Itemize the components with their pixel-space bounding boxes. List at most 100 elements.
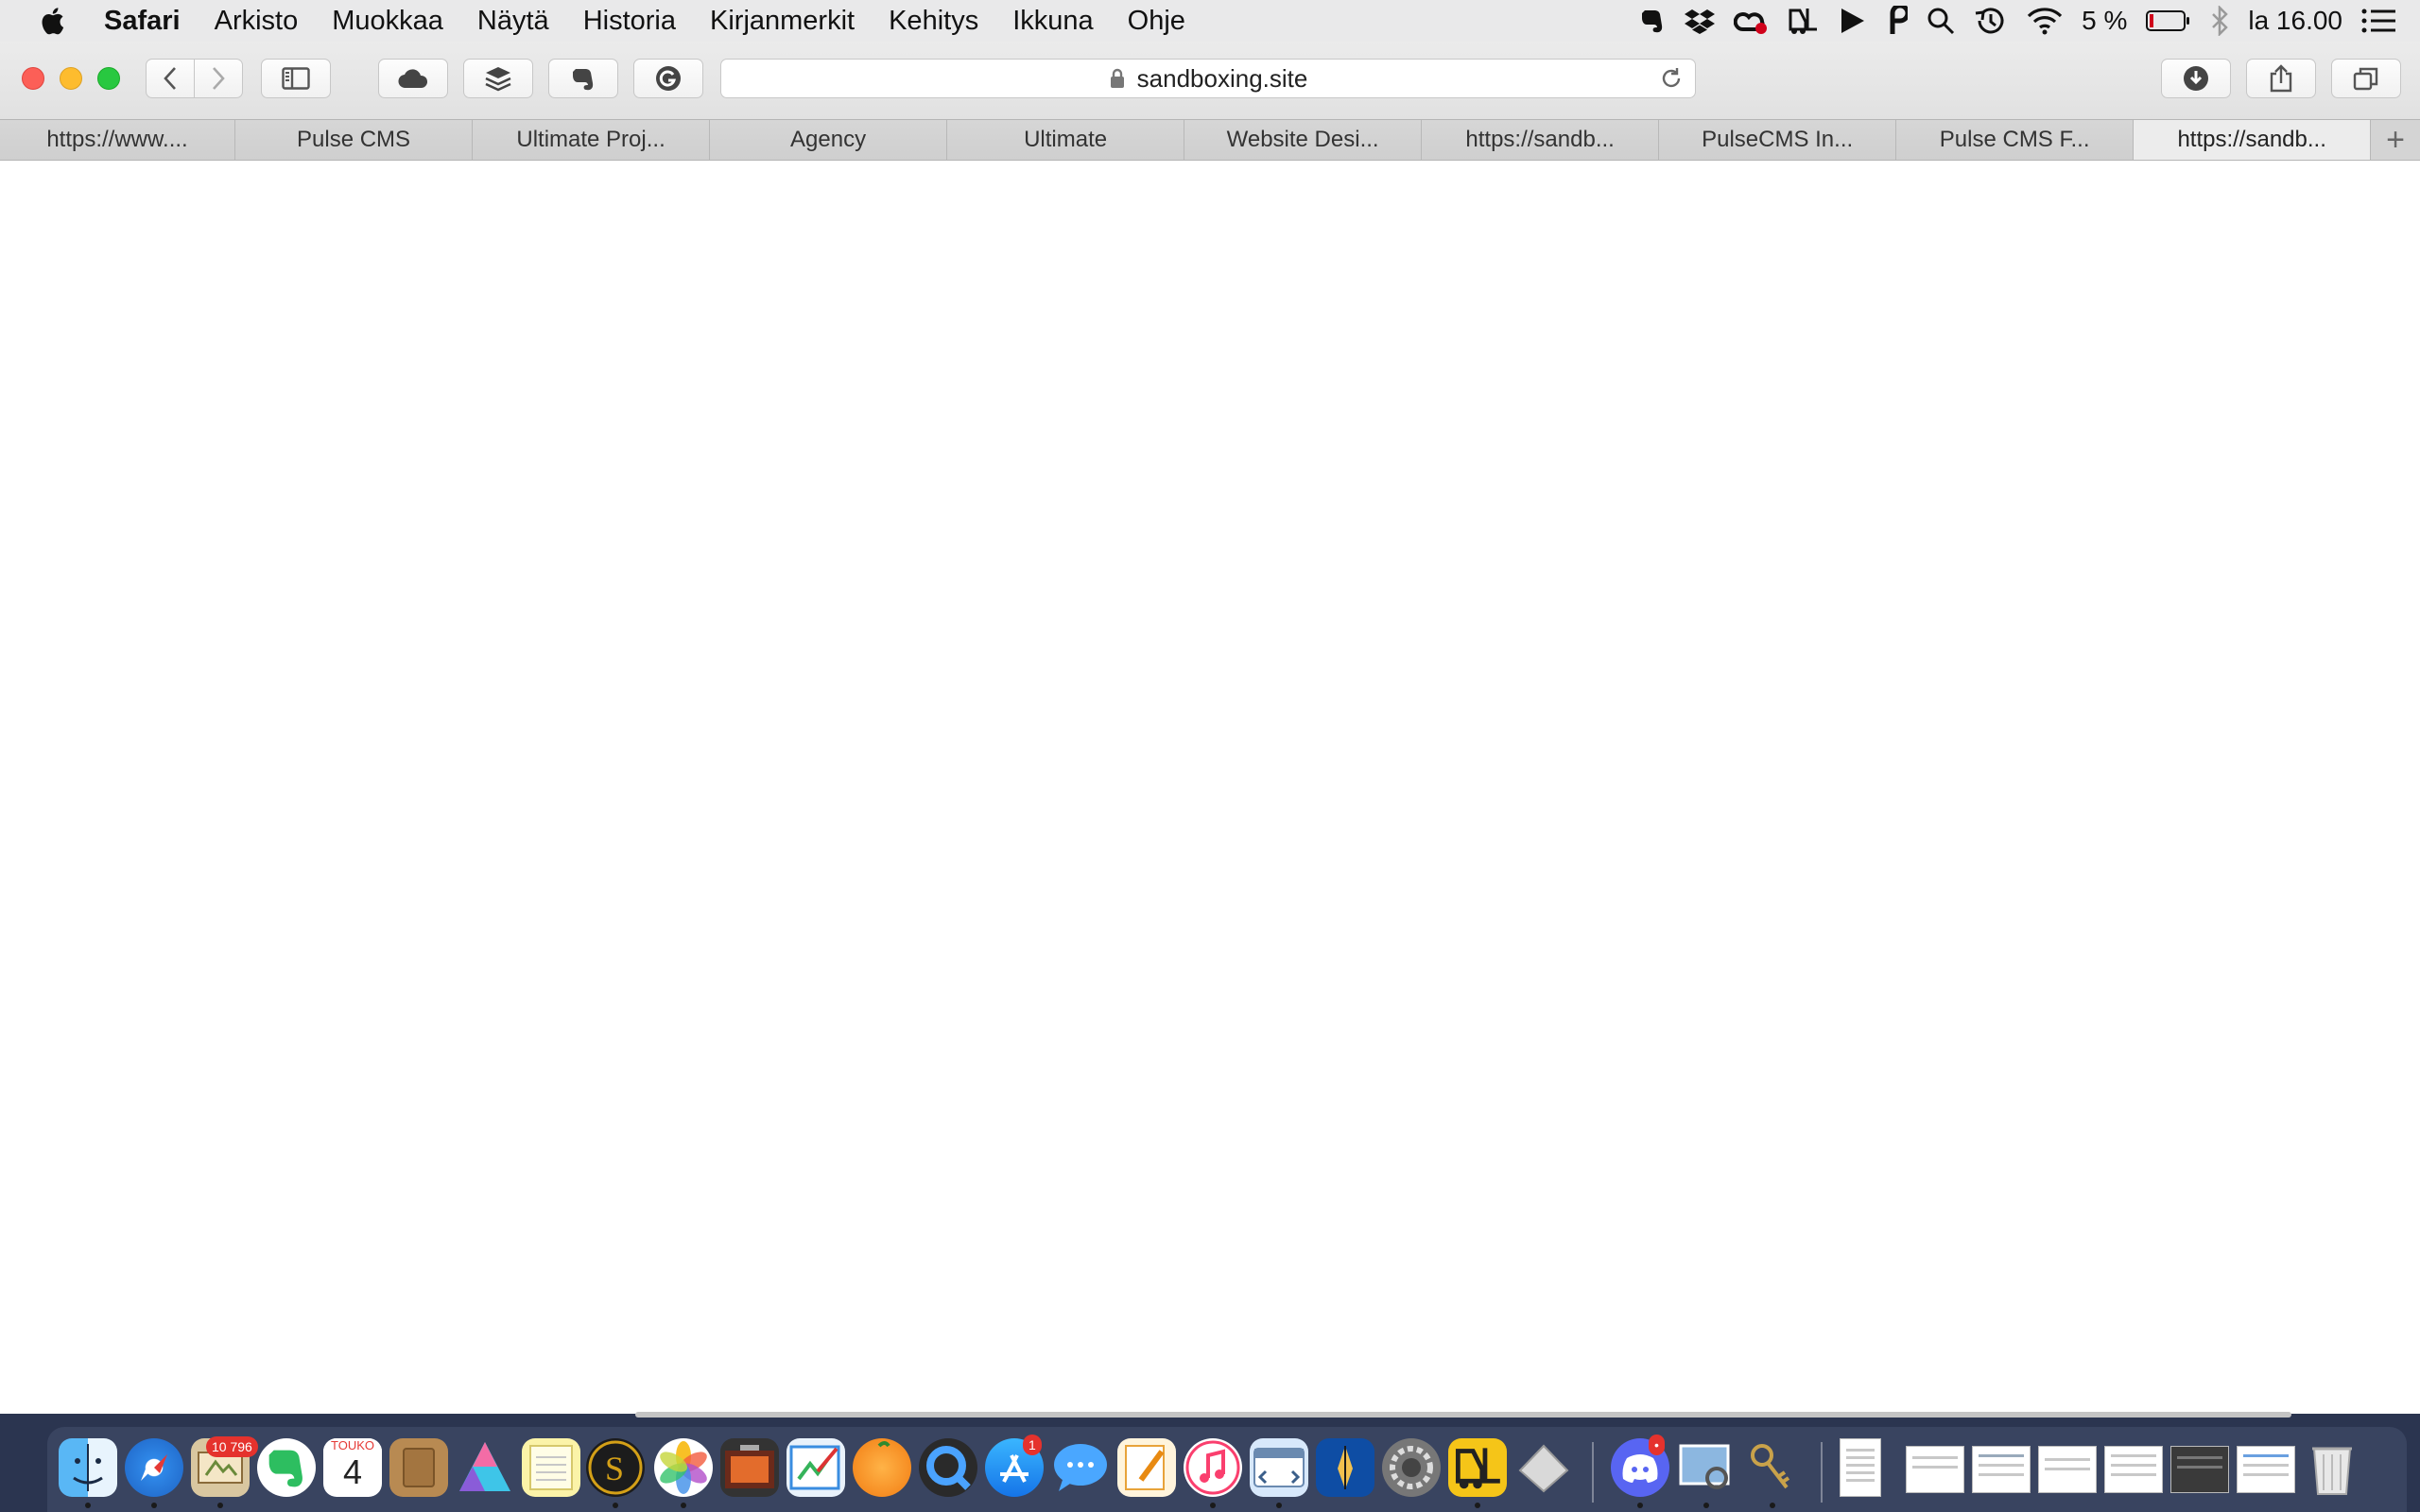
url-text: sandboxing.site <box>1136 63 1308 93</box>
sketchbook-icon[interactable] <box>786 1438 845 1497</box>
tab-2[interactable]: Pulse CMS <box>235 120 474 160</box>
evernote-icon-dock[interactable] <box>257 1438 316 1497</box>
lock-icon <box>1109 68 1126 89</box>
web-content-area[interactable] <box>0 161 2420 1414</box>
forward-button[interactable] <box>194 59 243 98</box>
downloads-button[interactable] <box>2161 59 2231 98</box>
vectornator-icon[interactable] <box>1316 1438 1374 1497</box>
tab-3[interactable]: Ultimate Proj... <box>473 120 711 160</box>
pages-icon[interactable] <box>1117 1438 1176 1497</box>
minimize-window-button[interactable] <box>60 67 82 90</box>
quicktime-icon[interactable] <box>919 1438 977 1497</box>
menu-ikkuna[interactable]: Ikkuna <box>995 0 1110 42</box>
dropbox-icon[interactable] <box>1685 0 1716 42</box>
bluetooth-icon[interactable] <box>2210 0 2229 42</box>
menu-ohje[interactable]: Ohje <box>1111 0 1202 42</box>
preview-icon[interactable] <box>1677 1438 1736 1497</box>
tab-5[interactable]: Ultimate <box>947 120 1185 160</box>
keychain-icon[interactable] <box>1743 1438 1802 1497</box>
forklift-icon-dock[interactable] <box>1448 1438 1507 1497</box>
menu-kirjanmerkit[interactable]: Kirjanmerkit <box>693 0 872 42</box>
menu-nayta[interactable]: Näytä <box>460 0 566 42</box>
forklift-icon[interactable] <box>1787 0 1819 42</box>
address-bar[interactable]: sandboxing.site <box>720 59 1696 98</box>
battery-icon[interactable] <box>2146 0 2191 42</box>
tab-9[interactable]: Pulse CMS F... <box>1896 120 2135 160</box>
evernote-clipper-button[interactable] <box>548 59 618 98</box>
tabs-overview-button[interactable] <box>2331 59 2401 98</box>
layers-icon <box>484 65 512 92</box>
minimized-window-4[interactable] <box>2104 1446 2163 1493</box>
messages-icon[interactable] <box>1051 1438 1110 1497</box>
preview-running-dot <box>1703 1503 1709 1508</box>
back-button[interactable] <box>146 59 195 98</box>
notification-list-icon[interactable] <box>2361 0 2395 42</box>
time-machine-icon[interactable] <box>1974 0 2008 42</box>
preview-alt-icon[interactable] <box>1514 1438 1573 1497</box>
squash-icon[interactable] <box>853 1438 911 1497</box>
new-tab-button[interactable]: + <box>2371 120 2420 160</box>
menu-historia[interactable]: Historia <box>566 0 693 42</box>
menu-app-safari[interactable]: Safari <box>104 0 198 42</box>
photo-booth-icon[interactable] <box>720 1438 779 1497</box>
discord-running-dot <box>1637 1503 1643 1508</box>
sidebar-button[interactable] <box>261 59 331 98</box>
clock[interactable]: la 16.00 <box>2248 0 2342 42</box>
minimized-window-1[interactable] <box>1906 1446 1964 1493</box>
evernote-clipper-icon <box>570 65 596 92</box>
zoom-window-button[interactable] <box>97 67 120 90</box>
downloads-icon <box>2183 65 2209 92</box>
menu-kehitys[interactable]: Kehitys <box>872 0 995 42</box>
safari-running-dot <box>151 1503 157 1508</box>
minimized-window-5[interactable] <box>2170 1446 2229 1493</box>
notefile-icon[interactable] <box>389 1438 448 1497</box>
document-icon[interactable] <box>1840 1438 1881 1497</box>
tab-7[interactable]: https://sandb... <box>1422 120 1660 160</box>
menu-arkisto[interactable]: Arkisto <box>198 0 316 42</box>
music-icon[interactable] <box>1184 1438 1242 1497</box>
evernote-icon[interactable] <box>1639 0 1666 42</box>
tab-10-active[interactable]: https://sandb... <box>2134 120 2372 160</box>
calendar-month: TOUKO <box>323 1438 382 1453</box>
menu-bar: Safari Arkisto Muokkaa Näytä Historia Ki… <box>0 0 2420 42</box>
search-icon[interactable] <box>1927 0 1955 42</box>
reload-icon[interactable] <box>1659 66 1684 91</box>
minimized-window-6[interactable] <box>2237 1446 2295 1493</box>
calendar-icon[interactable]: TOUKO 4 <box>323 1438 382 1497</box>
mail-running-dot <box>217 1503 223 1508</box>
close-window-button[interactable] <box>22 67 44 90</box>
scrivener-icon[interactable]: S <box>586 1438 645 1497</box>
grammarly-button[interactable] <box>633 59 703 98</box>
play-icon[interactable] <box>1838 0 1866 42</box>
horizontal-scrollbar[interactable] <box>635 1412 2291 1418</box>
sidebar-icon <box>282 67 310 90</box>
creative-cloud-icon[interactable] <box>1734 0 1768 42</box>
layers-extension-button[interactable] <box>463 59 533 98</box>
tab-1[interactable]: https://www.... <box>0 120 236 160</box>
wifi-icon[interactable] <box>2027 0 2063 42</box>
affinity-designer-icon[interactable] <box>456 1438 514 1497</box>
forklift-running-dot <box>1475 1503 1480 1508</box>
menu-muokkaa[interactable]: Muokkaa <box>315 0 460 42</box>
status-area: 5 % la 16.00 <box>1630 0 2420 42</box>
calendar-day: 4 <box>342 1452 363 1491</box>
photos-icon[interactable] <box>654 1438 713 1497</box>
coda-icon[interactable] <box>1250 1438 1308 1497</box>
tab-4[interactable]: Agency <box>710 120 948 160</box>
cloud-extension-button[interactable] <box>378 59 448 98</box>
notes-icon[interactable] <box>522 1438 580 1497</box>
minimized-window-2[interactable] <box>1972 1446 2031 1493</box>
tab-8[interactable]: PulseCMS In... <box>1659 120 1897 160</box>
pocket-icon[interactable] <box>1885 0 1909 42</box>
trash-icon[interactable] <box>2303 1438 2361 1497</box>
coda-running-dot <box>1276 1503 1282 1508</box>
app-store-badge: 1 <box>1023 1435 1042 1455</box>
minimized-window-3[interactable] <box>2038 1446 2097 1493</box>
share-button[interactable] <box>2246 59 2316 98</box>
system-preferences-icon[interactable] <box>1382 1438 1441 1497</box>
tab-6[interactable]: Website Desi... <box>1184 120 1423 160</box>
apple-menu-icon[interactable] <box>0 0 104 42</box>
finder-icon[interactable] <box>59 1438 117 1497</box>
battery-percent[interactable]: 5 % <box>2082 0 2127 42</box>
safari-icon[interactable] <box>125 1438 183 1497</box>
